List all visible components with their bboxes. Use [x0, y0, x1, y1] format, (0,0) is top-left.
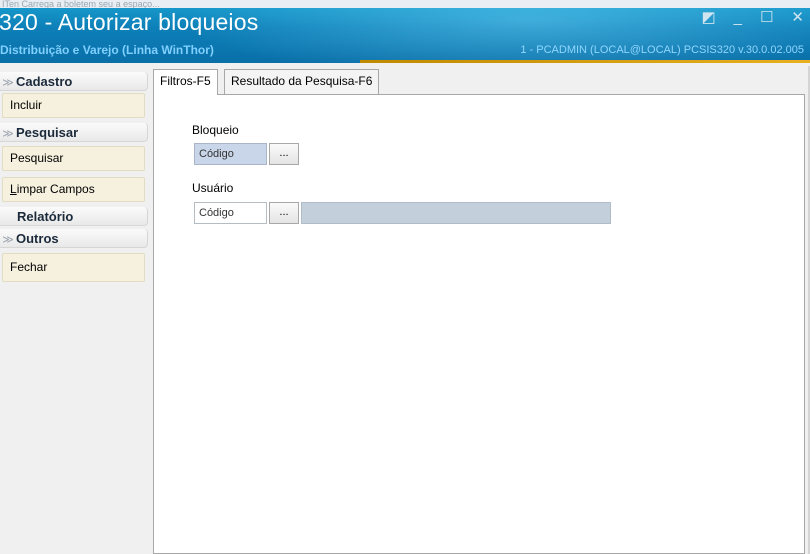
sidebar-item-limpar-campos[interactable]: Limpar Campos	[2, 177, 145, 202]
usuario-label: Usuário	[192, 181, 234, 195]
sidebar-item-pesquisar[interactable]: Pesquisar	[2, 146, 145, 171]
sidebar-item-label: Incluir	[10, 98, 43, 112]
sidebar-item-fechar[interactable]: Fechar	[2, 253, 145, 282]
bloqueio-search-button[interactable]: ...	[269, 143, 299, 165]
sidebar-group-label: Outros	[16, 231, 59, 246]
sidebar-group-outros[interactable]: ≫ Outros	[0, 229, 148, 248]
sidebar-item-incluir[interactable]: Incluir	[2, 93, 145, 118]
chevron-icon: ≫	[2, 128, 14, 140]
sidebar-group-label: Pesquisar	[16, 125, 79, 140]
window-subtitle: Distribuição e Varejo (Linha WinThor)	[0, 43, 214, 57]
sidebar-group-cadastro[interactable]: ≫ Cadastro	[0, 72, 148, 91]
tab-label: Resultado da Pesquisa-F6	[231, 74, 373, 88]
usuario-search-button[interactable]: ...	[269, 202, 299, 224]
sidebar-group-label: Relatório	[17, 209, 74, 224]
restore-icon[interactable]: ◩	[701, 10, 715, 25]
bloqueio-code-field[interactable]: Código	[194, 143, 267, 165]
sidebar-group-label: Cadastro	[16, 74, 73, 89]
sidebar-group-pesquisar[interactable]: ≫ Pesquisar	[0, 123, 148, 142]
title-bar[interactable]: ITen Carrega a boletem seu a espaço... 3…	[0, 0, 810, 63]
chevron-icon: ≫	[2, 77, 14, 89]
title-accent-line	[360, 60, 810, 63]
maximize-icon[interactable]: ☐	[760, 10, 773, 25]
session-info: 1 - PCADMIN (LOCAL@LOCAL) PCSIS320 v.30.…	[520, 44, 804, 56]
close-icon[interactable]: ✕	[791, 10, 804, 25]
filters-panel: Bloqueio Código ... Usuário Código ...	[153, 94, 805, 554]
minimize-icon[interactable]: _	[734, 10, 742, 25]
top-clipped-text: ITen Carrega a boletem seu a espaço...	[0, 0, 810, 8]
tab-filtros[interactable]: Filtros-F5	[153, 69, 218, 95]
sidebar-item-label: Limpar Campos	[10, 182, 95, 196]
sidebar-item-label: Pesquisar	[10, 151, 64, 165]
sidebar: ≫ Cadastro Incluir ≫ Pesquisar Pesquisar L…	[0, 68, 148, 554]
main-panel: Filtros-F5 Resultado da Pesquisa-F6 Bloq…	[148, 66, 810, 554]
tab-resultado-pesquisa[interactable]: Resultado da Pesquisa-F6	[224, 69, 380, 94]
bloqueio-label: Bloqueio	[192, 123, 239, 137]
tab-label: Filtros-F5	[160, 74, 211, 88]
usuario-description-field	[301, 202, 611, 224]
usuario-code-field[interactable]: Código	[194, 202, 267, 224]
sidebar-item-label: Fechar	[10, 260, 48, 274]
window-title: 320 - Autorizar bloqueios	[0, 9, 259, 35]
chevron-icon: ≫	[2, 234, 14, 246]
sidebar-group-relatorio[interactable]: Relatório	[0, 207, 148, 226]
window-controls: ◩ _ ☐ ✕	[701, 10, 804, 25]
tab-strip: Filtros-F5 Resultado da Pesquisa-F6	[148, 66, 810, 95]
